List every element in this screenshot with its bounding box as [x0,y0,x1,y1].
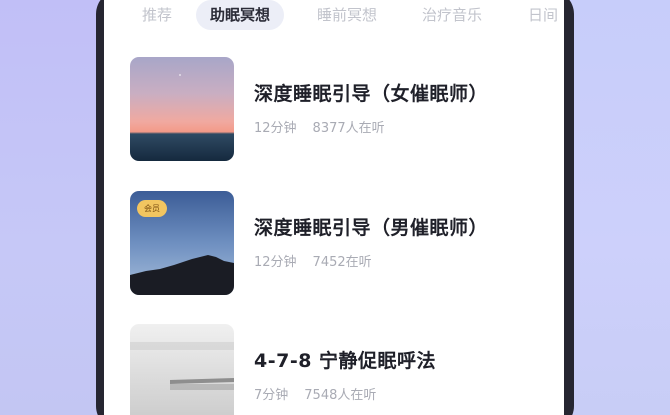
track-duration: 12分钟 [254,255,297,270]
track-cover-image [130,57,234,161]
category-tabs: 推荐 助眠冥想 睡前冥想 治疗音乐 日间 [104,0,564,38]
list-item[interactable]: 会员 深度睡眠引导（男催眠师） 12分钟 7452在听 [130,191,550,295]
list-item[interactable]: 4-7-8 宁静促眠呼法 7分钟 7548人在听 [130,324,550,415]
track-listeners: 7452在听 [312,255,372,270]
track-meta: 12分钟 7452在听 [254,251,372,270]
tab-bedtime-meditation[interactable]: 睡前冥想 [317,0,377,30]
tab-recommend[interactable]: 推荐 [142,0,172,30]
list-item[interactable]: 深度睡眠引导（女催眠师） 12分钟 8377人在听 [130,57,550,161]
tab-daytime[interactable]: 日间 [528,0,558,30]
track-listeners: 8377人在听 [312,121,385,136]
track-meta: 12分钟 8377人在听 [254,117,385,136]
tab-sleep-meditation[interactable]: 助眠冥想 [196,0,285,30]
background-right [560,0,670,415]
track-title: 深度睡眠引导（女催眠师） [254,83,489,105]
track-meta: 7分钟 7548人在听 [254,384,376,403]
track-duration: 7分钟 [254,388,289,403]
track-duration: 12分钟 [254,121,297,136]
track-cover-image: 会员 [130,191,234,295]
background-left [0,0,110,415]
track-title: 4-7-8 宁静促眠呼法 [254,350,437,372]
track-cover-image [130,324,234,415]
app-screen: 推荐 助眠冥想 睡前冥想 治疗音乐 日间 深度睡眠引导（女催眠师） 12分钟 8… [104,0,564,415]
tab-therapy-music[interactable]: 治疗音乐 [422,0,482,30]
phone-frame: 推荐 助眠冥想 睡前冥想 治疗音乐 日间 深度睡眠引导（女催眠师） 12分钟 8… [96,0,574,415]
track-listeners: 7548人在听 [304,388,377,403]
vip-badge: 会员 [137,200,167,217]
track-title: 深度睡眠引导（男催眠师） [254,217,489,239]
